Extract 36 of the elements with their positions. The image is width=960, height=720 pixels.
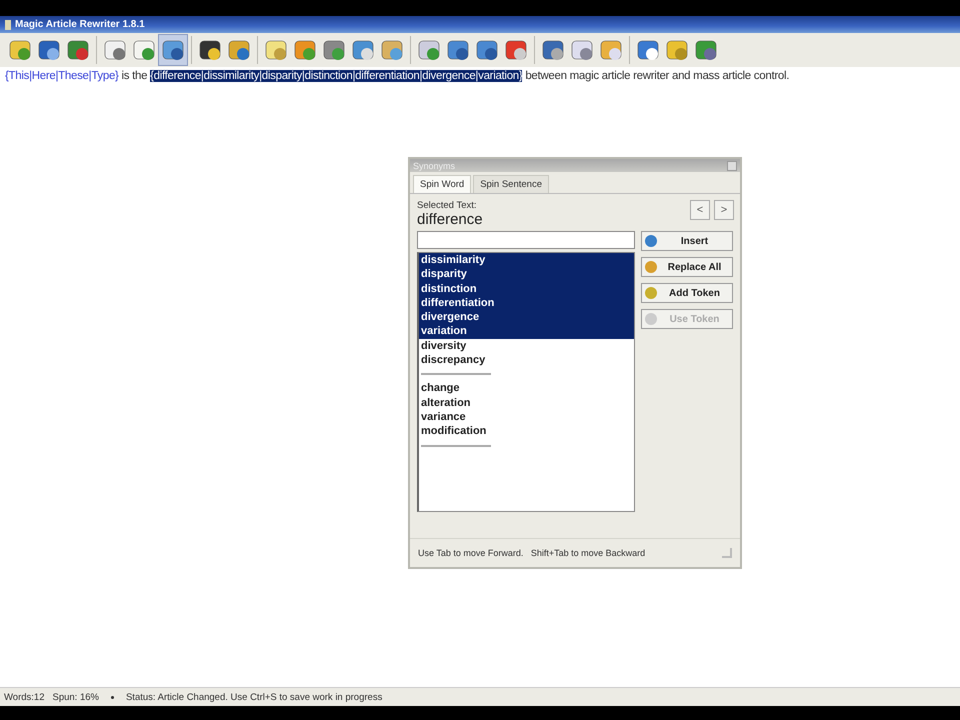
resize-grip-icon[interactable] (722, 548, 732, 558)
list-item[interactable]: distinction (419, 282, 634, 296)
dialog-title: Synonyms (413, 160, 456, 170)
article-text: between magic article rewriter and mass article control. (524, 70, 790, 82)
action-button[interactable]: Replace All (641, 257, 733, 277)
list-item[interactable]: differentiation (419, 296, 634, 310)
tab[interactable]: Spin Sentence (473, 175, 549, 193)
list-item[interactable]: disparity (419, 267, 634, 282)
next-button[interactable]: > (714, 200, 734, 220)
field-label: Selected Text: (417, 200, 478, 211)
status-text: Status: Article Changed. Use Ctrl+S to save work in progress (126, 692, 382, 702)
action-button[interactable]: Add Token (641, 283, 733, 303)
word-count: Words:12 (4, 692, 44, 702)
article-text: is the (120, 70, 148, 82)
list-item[interactable]: variance (419, 410, 634, 424)
synonym-list[interactable]: dissimilarity disparity distinction differentiation divergence variation diversity discrepancy change alteration variance modification (417, 252, 635, 512)
spin-token: {This|Here|These|Type} (5, 70, 119, 82)
input-field[interactable] (417, 231, 635, 249)
list-item[interactable]: dissimilarity (419, 253, 634, 268)
bullet-icon (110, 696, 114, 698)
selected-word: difference (417, 211, 483, 228)
list-item[interactable]: diversity (419, 338, 634, 354)
window-title: Magic Article Rewriter 1.8.1 (15, 19, 145, 30)
list-item[interactable]: change (419, 381, 634, 396)
list-item[interactable]: variation (419, 324, 634, 339)
spin-token: {difference|dissimilarity|disparity|distinction|differentiation|divergence|variation} (150, 70, 522, 82)
insert-button[interactable]: Insert (641, 231, 733, 251)
list-item[interactable]: divergence (419, 310, 634, 324)
spun-percent: Spun: 16% (52, 692, 99, 702)
previous-button[interactable]: < (690, 200, 710, 220)
hint-text: Use Tab to move Forward. Shift+Tab to move Backward (418, 548, 646, 558)
list-item[interactable]: alteration (419, 396, 634, 410)
close-icon[interactable] (727, 160, 737, 170)
tab[interactable]: Spin Word (413, 175, 472, 193)
list-item[interactable]: discrepancy (419, 353, 634, 368)
list-item[interactable]: modification (419, 424, 634, 439)
